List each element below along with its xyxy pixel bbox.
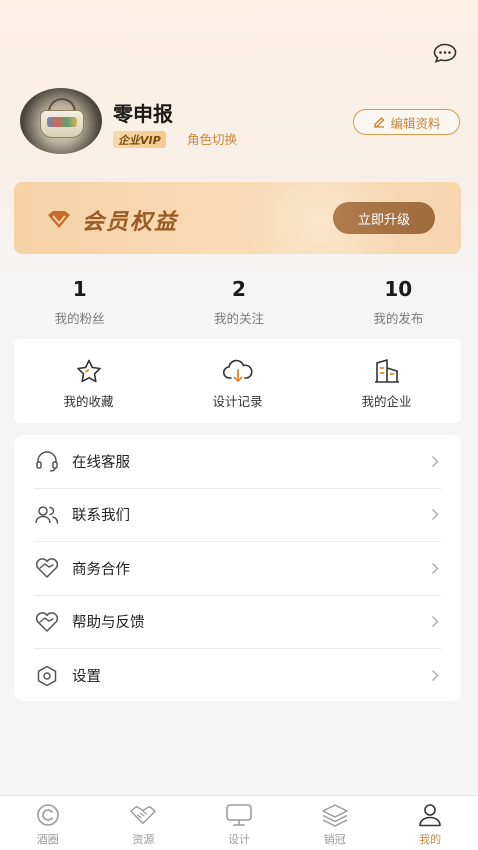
upgrade-button[interactable]: 立即升级 (333, 202, 435, 234)
settings-menu: 在线客服 联系我们 商务合作 帮助与反馈 设置 (14, 435, 461, 701)
stat-posts[interactable]: 10 我的发布 (319, 270, 478, 330)
stat-label: 我的关注 (213, 311, 264, 326)
quick-my-company[interactable]: 我的企业 (312, 339, 461, 423)
quick-label: 我的企业 (361, 394, 412, 409)
handshake-icon (130, 805, 157, 825)
tab-mine[interactable]: 我的 (382, 796, 478, 850)
chevron-right-icon (432, 670, 439, 682)
chat-bubble-icon (433, 43, 457, 63)
bottom-tab-bar: 酒圈 资源 设计 销冠 我的 (0, 795, 478, 850)
menu-item-help-feedback[interactable]: 帮助与反馈 (34, 596, 441, 649)
stat-label: 我的粉丝 (54, 311, 105, 326)
users-icon (35, 506, 59, 524)
tab-resources[interactable]: 资源 (96, 796, 192, 850)
stat-label: 我的发布 (373, 311, 424, 326)
diamond-icon (48, 211, 70, 228)
stat-followers[interactable]: 1 我的粉丝 (0, 270, 159, 330)
menu-item-customer-service[interactable]: 在线客服 (34, 435, 441, 489)
menu-label: 设置 (72, 669, 101, 686)
stat-value: 1 (72, 277, 87, 301)
tab-label: 酒圈 (36, 833, 59, 846)
tab-label: 销冠 (323, 833, 346, 846)
tab-label: 资源 (132, 833, 155, 846)
quick-label: 设计记录 (212, 394, 263, 409)
heart-help-icon (35, 611, 59, 632)
edit-profile-label: 编辑资料 (390, 115, 441, 131)
cloud-download-icon (222, 359, 253, 382)
edit-profile-button[interactable]: 编辑资料 (353, 109, 460, 135)
building-icon (374, 359, 399, 383)
menu-item-contact-us[interactable]: 联系我们 (34, 489, 441, 542)
chevron-right-icon (432, 509, 439, 521)
stat-value: 10 (384, 277, 413, 301)
nickname: 零申报 (113, 102, 173, 126)
quick-design-records[interactable]: 设计记录 (163, 339, 312, 423)
tab-label: 我的 (419, 833, 442, 846)
star-icon (76, 359, 101, 383)
layers-icon (321, 804, 348, 827)
message-button[interactable] (432, 42, 458, 64)
avatar[interactable] (20, 88, 102, 154)
menu-item-settings[interactable]: 设置 (34, 649, 441, 703)
role-switch-link[interactable]: 角色切换 (187, 131, 237, 148)
settings-icon (37, 665, 57, 686)
tab-label: 设计 (227, 833, 250, 846)
tab-jiuquan[interactable]: 酒圈 (0, 796, 96, 850)
quick-actions: 我的收藏 设计记录 我的企业 (14, 339, 461, 423)
chevron-right-icon (432, 616, 439, 628)
quick-label: 我的收藏 (63, 394, 114, 409)
menu-label: 商务合作 (72, 561, 130, 578)
tab-design[interactable]: 设计 (191, 796, 287, 850)
stats-row: 1 我的粉丝 2 我的关注 10 我的发布 (0, 270, 478, 330)
stat-following[interactable]: 2 我的关注 (159, 270, 318, 330)
chevron-right-icon (432, 562, 439, 574)
chevron-right-icon (432, 455, 439, 467)
profile-section: 零申报 企业VIP 角色切换 编辑资料 (20, 88, 460, 156)
vip-benefits-card[interactable]: 会员权益 立即升级 (14, 182, 461, 254)
menu-label: 帮助与反馈 (72, 615, 145, 632)
stat-value: 2 (232, 277, 246, 301)
pencil-icon (374, 117, 385, 128)
handshake-heart-icon (35, 558, 59, 578)
vip-benefits-title: 会员权益 (82, 210, 179, 235)
quick-favorites[interactable]: 我的收藏 (14, 339, 163, 423)
circle-icon (36, 804, 59, 826)
person-icon (419, 804, 441, 827)
menu-item-business-cooperation[interactable]: 商务合作 (34, 542, 441, 596)
tab-sales-champion[interactable]: 销冠 (287, 796, 383, 850)
headset-icon (36, 451, 58, 472)
monitor-icon (226, 804, 252, 826)
vip-badge: 企业VIP (113, 131, 166, 148)
menu-label: 在线客服 (72, 454, 130, 471)
menu-label: 联系我们 (72, 508, 130, 525)
